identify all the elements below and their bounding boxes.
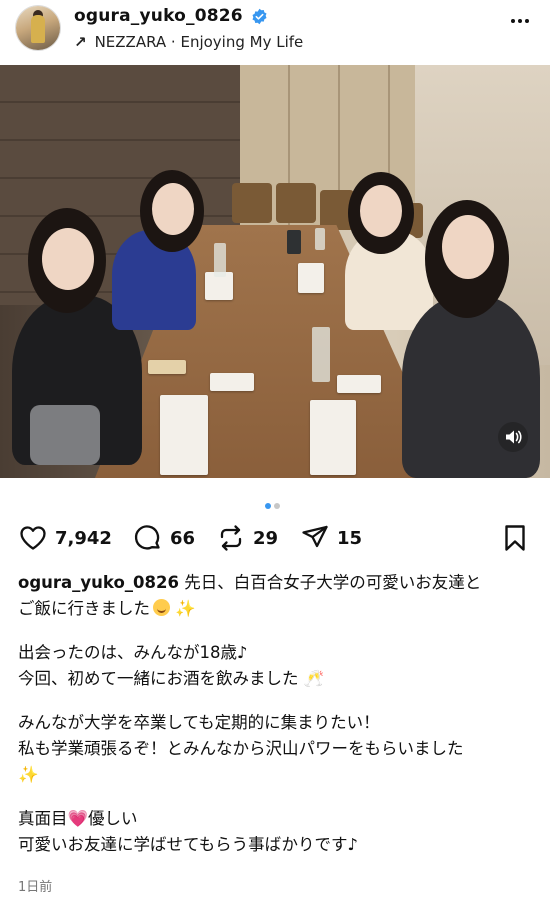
photo-glass: [315, 228, 325, 250]
arrow-up-right-icon: ↗: [74, 33, 87, 51]
carousel-dot-active: [264, 503, 271, 509]
avatar-figure-body: [31, 15, 45, 43]
share-button[interactable]: 15: [300, 518, 362, 558]
carousel-dot: [273, 503, 280, 509]
carousel-indicator: [263, 494, 281, 513]
caption-text: 今回、初めて一緒にお酒を飲みました: [18, 669, 299, 688]
caption-line: みんなが大学を卒業しても定期的に集まりたい！: [18, 713, 380, 732]
photo-card: [210, 373, 254, 391]
photo-chair: [232, 183, 272, 223]
comment-count: 66: [170, 527, 196, 549]
photo-plate: [298, 263, 324, 293]
post-photo[interactable]: [0, 65, 550, 478]
photo-face: [152, 183, 194, 235]
photo-card: [337, 375, 381, 393]
photo-face: [442, 215, 494, 279]
photo-face: [42, 228, 94, 290]
repost-button[interactable]: 29: [216, 518, 278, 558]
comment-icon: [134, 525, 160, 550]
clinking-glasses-emoji-icon: 🥂: [303, 669, 325, 688]
post-username[interactable]: ogura_yuko_0826: [74, 6, 243, 26]
caption-line: 可愛いお友達に学ばせてもらう事ばかりです♪: [18, 835, 359, 854]
more-options-icon[interactable]: [509, 8, 533, 32]
share-count: 15: [337, 527, 363, 549]
music-line[interactable]: ↗ NEZZARA · Enjoying My Life: [74, 33, 303, 51]
photo-chair: [276, 183, 316, 223]
repost-icon: [220, 525, 242, 551]
post-timestamp: 1日前: [18, 880, 53, 895]
action-bar: 7,942 66 29 15: [0, 518, 550, 558]
caption-line: ✨: [18, 762, 538, 788]
caption-text: 先日、白百合女子大学の可愛いお友達と: [178, 573, 482, 592]
photo-plate: [160, 395, 208, 475]
photo-skirt: [30, 405, 100, 465]
sparkles-emoji-icon: ✨: [18, 765, 39, 784]
photo-plate: [310, 400, 356, 475]
photo-phone: [148, 360, 186, 374]
sound-toggle[interactable]: [498, 422, 528, 452]
photo-glass: [287, 230, 301, 254]
smiling-face-emoji-icon: [153, 599, 170, 616]
profile-avatar[interactable]: [16, 6, 60, 50]
caption-line: ogura_yuko_0826 先日、白百合女子大学の可愛いお友達と: [18, 570, 538, 596]
save-button[interactable]: [500, 518, 530, 558]
repost-count: 29: [253, 527, 279, 549]
caption-text: 優しい: [88, 809, 138, 828]
send-icon: [302, 525, 328, 548]
caption-line: 私も学業頑張るぞ！とみんなから沢山パワーをもらいました: [18, 739, 464, 758]
caption-line: 今回、初めて一緒にお酒を飲みました 🥂: [18, 666, 538, 692]
photo-glass: [214, 243, 226, 277]
like-count: 7,942: [55, 527, 112, 549]
sparkles-emoji-icon: ✨: [175, 599, 196, 618]
heart-icon: [20, 526, 46, 550]
post-caption: ogura_yuko_0826 先日、白百合女子大学の可愛いお友達と ご飯に行き…: [18, 570, 538, 858]
bookmark-icon: [505, 525, 525, 551]
music-line-text: NEZZARA · Enjoying My Life: [94, 33, 304, 51]
caption-username[interactable]: ogura_yuko_0826: [18, 573, 179, 592]
caption-line: 出会ったのは、みんなが18歳♪: [18, 643, 248, 662]
comment-button[interactable]: 66: [133, 518, 195, 558]
speaker-icon: [506, 430, 522, 444]
photo-glass: [312, 327, 330, 382]
verified-badge-icon: [252, 8, 267, 25]
post-header: ogura_yuko_0826 ↗ NEZZARA · Enjoying My L…: [0, 0, 550, 62]
photo-face: [360, 185, 402, 237]
caption-text: ご飯に行きました: [18, 599, 150, 618]
like-button[interactable]: 7,942: [18, 518, 112, 558]
caption-text: 真面目: [18, 809, 68, 828]
caption-line: 真面目💗優しい: [18, 806, 538, 832]
growing-heart-emoji-icon: 💗: [67, 809, 89, 828]
caption-line: ご飯に行きました ✨: [18, 596, 538, 622]
